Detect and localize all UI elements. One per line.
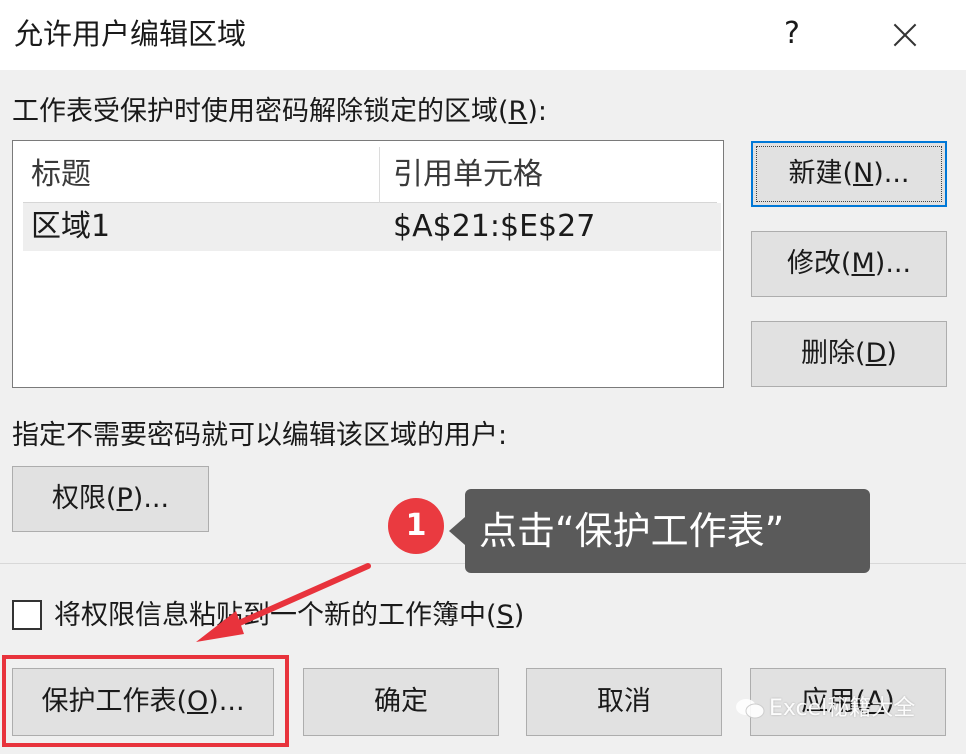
- permissions-button[interactable]: 权限(P)...: [12, 466, 209, 532]
- ranges-list[interactable]: 标题 引用单元格 区域1 $A$21:$E$27: [12, 140, 724, 388]
- column-header-ref[interactable]: 引用单元格: [393, 155, 543, 195]
- step-badge: 1: [388, 498, 444, 554]
- paste-permissions-label[interactable]: 将权限信息粘贴到一个新的工作簿中(S): [54, 598, 524, 634]
- users-label: 指定不需要密码就可以编辑该区域的用户:: [12, 420, 508, 451]
- table-row[interactable]: 区域1 $A$21:$E$27: [23, 203, 721, 251]
- close-icon[interactable]: [880, 12, 930, 56]
- cancel-button[interactable]: 取消: [526, 668, 722, 736]
- help-button[interactable]: ?: [772, 12, 812, 56]
- list-header: 标题 引用单元格: [23, 147, 717, 203]
- row-title: 区域1: [31, 209, 111, 244]
- modify-button[interactable]: 修改(M)...: [751, 231, 947, 297]
- column-divider[interactable]: [379, 147, 380, 203]
- watermark-text: Excel秘籍大全: [769, 696, 916, 721]
- dialog-title: 允许用户编辑区域: [14, 17, 247, 51]
- allow-users-edit-ranges-dialog: 允许用户编辑区域 ? 工作表受保护时使用密码解除锁定的区域(R): 标题 引用单…: [0, 0, 966, 754]
- instruction-tooltip: 点击“保护工作表”: [465, 489, 870, 573]
- row-ref: $A$21:$E$27: [393, 209, 596, 244]
- title-bar: 允许用户编辑区域 ?: [0, 0, 966, 70]
- column-header-title[interactable]: 标题: [31, 155, 91, 195]
- new-button[interactable]: 新建(N)...: [751, 141, 947, 207]
- wechat-icon: [736, 699, 765, 719]
- protect-sheet-button[interactable]: 保护工作表(O)...: [12, 668, 274, 736]
- paste-permissions-checkbox[interactable]: [12, 600, 42, 630]
- delete-button[interactable]: 删除(D): [751, 321, 947, 387]
- ranges-label: 工作表受保护时使用密码解除锁定的区域(R):: [12, 96, 547, 127]
- watermark: Excel秘籍大全: [735, 694, 915, 724]
- ok-button[interactable]: 确定: [303, 668, 499, 736]
- tooltip-pointer: [449, 517, 465, 545]
